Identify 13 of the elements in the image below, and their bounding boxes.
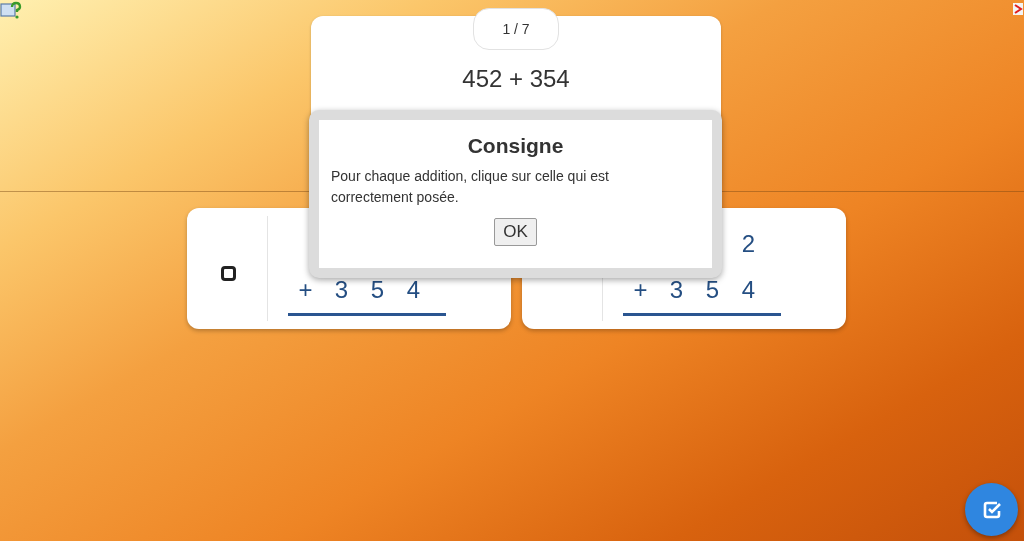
- question-expression: 452 + 354: [462, 65, 570, 93]
- addition-digit: 3: [668, 276, 685, 304]
- addition-digit: 2: [740, 230, 757, 258]
- addition-digit: +: [297, 276, 314, 304]
- addition-digit: 4: [405, 276, 422, 304]
- dialog-text: Pour chaque addition, clique sur celle qui est correctement posée.: [331, 167, 610, 207]
- question-counter: 1 / 7: [473, 8, 559, 50]
- addition-digit: +: [632, 276, 649, 304]
- addition-digit: 5: [704, 276, 721, 304]
- addition-digit: 3: [333, 276, 350, 304]
- addition-digit: 4: [740, 276, 757, 304]
- addition-digit: 5: [369, 276, 386, 304]
- dialog-title: Consigne: [467, 134, 564, 158]
